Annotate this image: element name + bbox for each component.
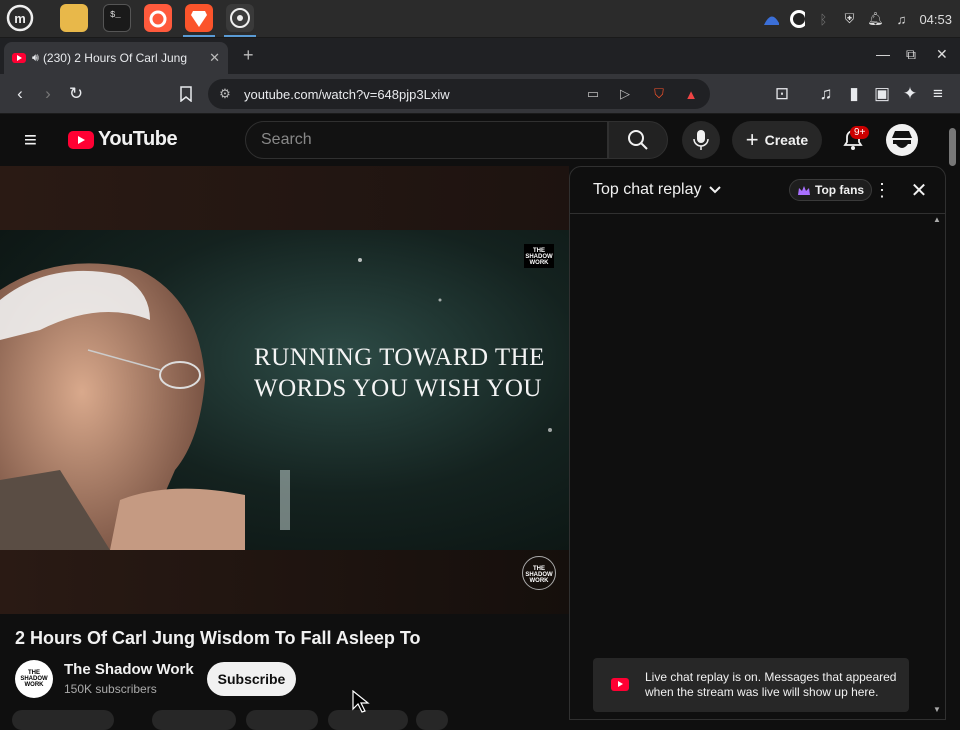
live-chat-panel: Top chat replay Top fans ⋮ ✕ ▲ ▼ Live ch… — [569, 166, 946, 720]
address-bar[interactable]: ⚙ youtube.com/watch?v=648pjp3Lxiw ▭ ▷ ⛉ … — [208, 79, 710, 109]
music-icon[interactable]: ♫ — [893, 11, 909, 27]
leo-ai-icon[interactable]: ✦ — [900, 84, 920, 104]
wallet-icon[interactable]: ▣ — [872, 84, 892, 104]
chat-scroll-down-icon[interactable]: ▼ — [933, 705, 941, 714]
mouse-cursor-icon — [352, 690, 370, 713]
media-icon[interactable]: ♫ — [816, 84, 836, 104]
clock: 04:53 — [919, 11, 952, 27]
chat-close-icon[interactable]: ✕ — [907, 178, 931, 202]
search-input[interactable]: Search — [245, 121, 608, 159]
channel-name[interactable]: The Shadow Work — [64, 661, 194, 678]
chevron-down-icon — [708, 186, 721, 194]
video-overlay-text: RUNNING TOWARD THE WORDS YOU WISH YOU — [254, 342, 545, 404]
video-title: 2 Hours Of Carl Jung Wisdom To Fall Asle… — [15, 628, 421, 648]
youtube-favicon-icon — [12, 53, 26, 63]
account-avatar[interactable] — [886, 124, 918, 156]
share-button[interactable] — [152, 710, 236, 730]
overlay-line-2: WORDS YOU WISH YOU — [254, 375, 542, 402]
restore-icon[interactable]: ⧉ — [906, 46, 916, 63]
browser-tab[interactable]: 🔊︎ (230) 2 Hours Of Carl Jung ✕ — [4, 42, 228, 74]
brave-icon[interactable] — [185, 4, 213, 32]
browser-tab-bar: 🔊︎ (230) 2 Hours Of Carl Jung ✕ + — ⧉ ✕ — [0, 38, 960, 74]
voice-search-button[interactable] — [682, 121, 720, 159]
page-scrollbar[interactable] — [946, 114, 960, 720]
minimize-icon[interactable]: — — [876, 46, 890, 62]
brave-shields-icon[interactable]: ⛉ — [650, 85, 668, 103]
chat-scroll-up-icon[interactable]: ▲ — [933, 215, 941, 224]
mint-menu-icon[interactable]: m — [6, 4, 34, 32]
subscribe-button[interactable]: Subscribe — [207, 662, 296, 696]
video-player[interactable]: RUNNING TOWARD THE WORDS YOU WISH YOU TH… — [0, 166, 569, 614]
page-scrollbar-thumb[interactable] — [949, 128, 956, 166]
plus-icon: + — [745, 127, 759, 152]
menu-icon[interactable]: ≡ — [928, 84, 948, 104]
overlay-line-1: RUNNING TOWARD THE — [254, 344, 545, 371]
channel-seal-logo: THE SHADOW WORK — [522, 556, 556, 590]
hamburger-menu-icon[interactable]: ≡ — [24, 127, 37, 153]
logo-text: YouTube — [98, 128, 178, 150]
channel-avatar[interactable]: THE SHADOW WORK — [15, 660, 53, 698]
crown-icon — [798, 185, 810, 195]
search-button[interactable] — [608, 121, 668, 159]
terminal-icon[interactable]: $_ — [103, 4, 131, 32]
vpn-icon[interactable] — [763, 11, 780, 27]
bluetooth-icon[interactable]: ᛒ — [815, 11, 831, 27]
forward-icon[interactable]: › — [38, 84, 58, 104]
cast-icon[interactable]: ▭ — [584, 85, 602, 103]
back-icon[interactable]: ‹ — [10, 84, 30, 104]
youtube-icon — [611, 678, 629, 691]
youtube-header: ≡ YouTube Search + Create 9+ — [0, 114, 960, 166]
reader-mode-icon[interactable]: ⊡ — [772, 84, 792, 104]
youtube-logo[interactable]: YouTube — [68, 128, 178, 151]
audio-playing-icon[interactable]: 🔊︎ — [32, 52, 39, 65]
browser-toolbar: ‹ › ↻ ⚙ youtube.com/watch?v=648pjp3Lxiw … — [0, 74, 960, 114]
chat-more-icon[interactable]: ⋮ — [873, 180, 891, 200]
send-icon[interactable]: ▷ — [616, 85, 634, 103]
create-label: Create — [764, 132, 809, 148]
tab-title: (230) 2 Hours Of Carl Jung — [42, 51, 187, 65]
site-settings-icon[interactable]: ⚙ — [216, 85, 234, 103]
new-tab-button[interactable]: + — [243, 45, 254, 66]
microphone-icon — [693, 130, 709, 150]
os-taskbar: m $_ ᛒ ⛨ 🔔︎ ♫ 04:53 — [0, 0, 960, 38]
window-close-icon[interactable]: ✕ — [936, 46, 948, 63]
download-button[interactable] — [246, 710, 318, 730]
chat-title: Top chat replay — [593, 181, 702, 198]
obs-icon[interactable] — [226, 4, 254, 32]
like-button[interactable] — [12, 710, 114, 730]
more-actions-button[interactable] — [416, 710, 448, 730]
chat-mode-dropdown[interactable]: Top chat replay — [593, 181, 722, 199]
watermark-logo: THE SHADOW WORK — [524, 244, 554, 268]
svg-text:$_: $_ — [110, 10, 121, 20]
chat-replay-text: Live chat replay is on. Messages that ap… — [645, 670, 897, 699]
chat-replay-notice: Live chat replay is on. Messages that ap… — [593, 658, 909, 712]
reload-icon[interactable]: ↻ — [66, 84, 86, 104]
system-tray: ᛒ ⛨ 🔔︎ ♫ 04:53 — [763, 0, 952, 38]
bookmark-icon[interactable] — [176, 84, 196, 104]
files-icon[interactable] — [60, 4, 88, 32]
tab-close-icon[interactable]: ✕ — [209, 50, 220, 66]
top-fans-button[interactable]: Top fans — [789, 179, 873, 201]
notification-icon[interactable]: 🔔︎ — [867, 11, 884, 27]
top-fans-label: Top fans — [815, 183, 865, 197]
obs-tray-icon[interactable] — [789, 10, 806, 28]
svg-text:m: m — [14, 11, 26, 26]
youtube-play-icon — [68, 130, 94, 149]
search-icon — [628, 130, 648, 150]
url-text: youtube.com/watch?v=648pjp3Lxiw — [244, 86, 450, 102]
create-button[interactable]: + Create — [732, 121, 822, 159]
search-placeholder: Search — [261, 131, 312, 148]
notification-badge: 9+ — [850, 126, 870, 139]
firefox-icon[interactable] — [144, 4, 172, 32]
chat-header: Top chat replay Top fans ⋮ ✕ — [570, 167, 945, 214]
subscriber-count: 150K subscribers — [64, 682, 157, 696]
shield-icon[interactable]: ⛨ — [841, 11, 857, 27]
brave-rewards-icon[interactable]: ▲ — [682, 85, 700, 103]
sidebar-icon[interactable]: ▮ — [844, 84, 864, 104]
